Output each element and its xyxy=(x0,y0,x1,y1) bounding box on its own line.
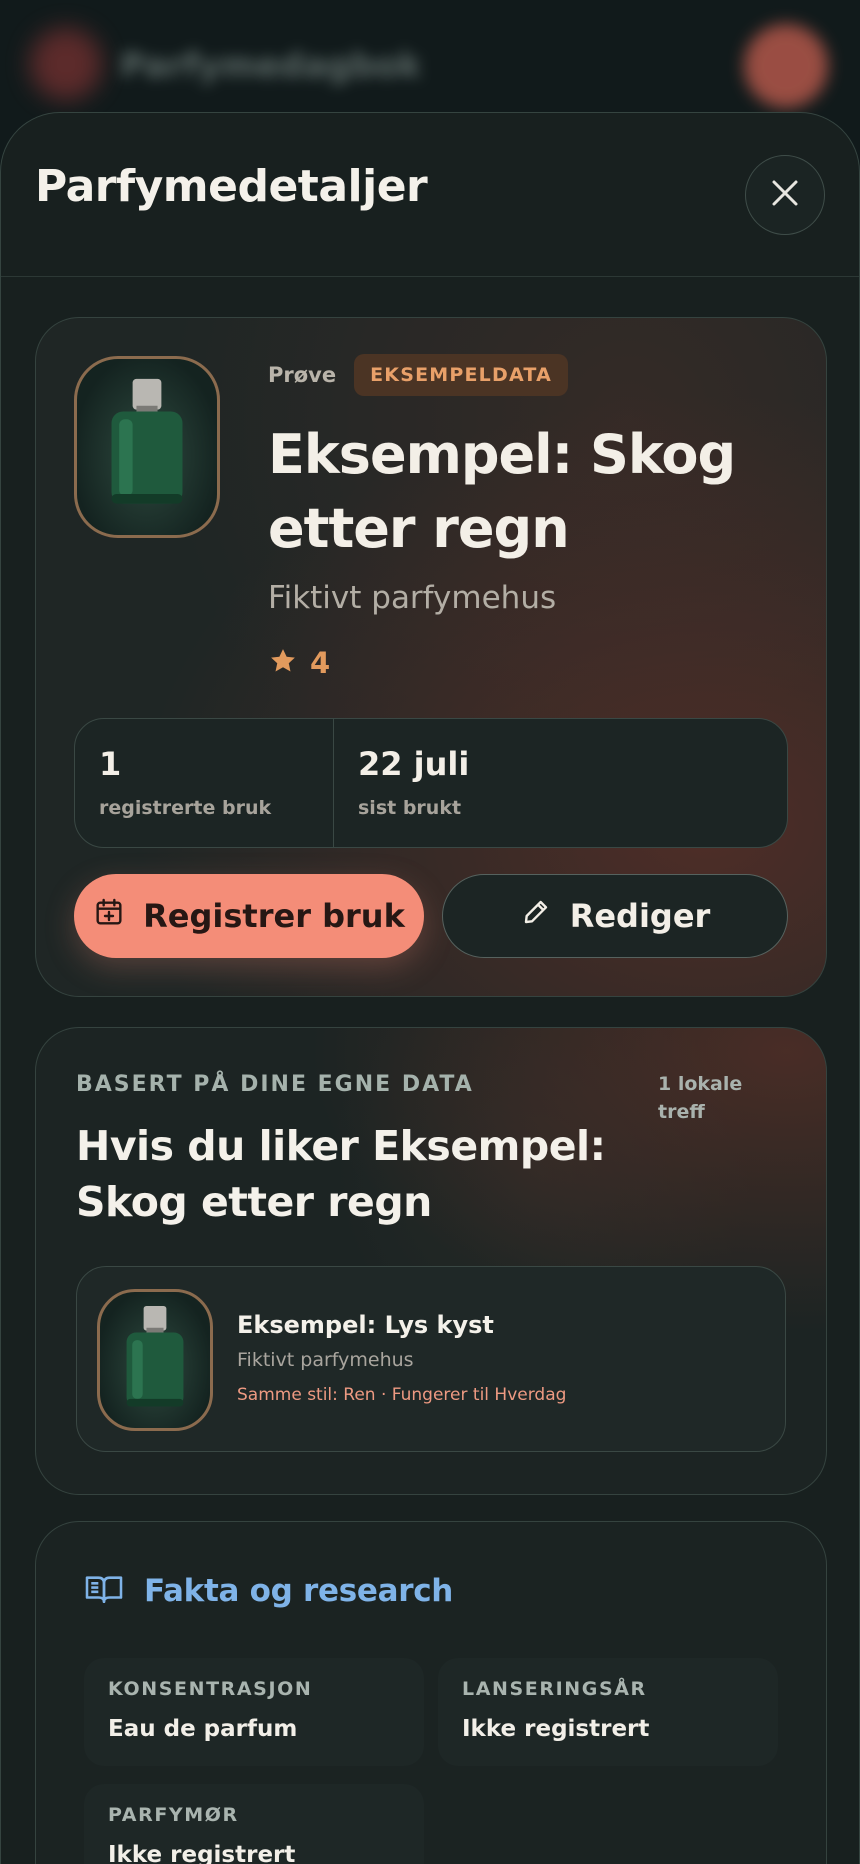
facts-title: Fakta og research xyxy=(144,1573,454,1609)
calendar-plus-icon xyxy=(93,896,125,936)
usage-stats: 1 registrerte bruk 22 juli sist brukt xyxy=(74,718,788,848)
fact-concentration: KONSENTRASJON Eau de parfum xyxy=(84,1658,424,1766)
recommendation-title: Hvis du liker Eksempel: Skog etter regn xyxy=(76,1122,606,1226)
perfume-type: Prøve xyxy=(268,363,337,387)
recommendation-item[interactable]: Eksempel: Lys kyst Fiktivt parfymehus Sa… xyxy=(76,1266,786,1452)
perfume-bottle-icon xyxy=(126,1305,184,1407)
recommendation-name: Eksempel: Lys kyst xyxy=(237,1311,494,1339)
recommendation-info: Eksempel: Lys kyst Fiktivt parfymehus Sa… xyxy=(237,1311,566,1405)
sheet-header: Parfymedetaljer xyxy=(1,113,859,277)
perfume-image xyxy=(74,356,220,538)
app-title: Parfymedagbok xyxy=(120,46,422,86)
fact-value: Ikke registrert xyxy=(462,1716,650,1742)
stat-last-used: 22 juli sist brukt xyxy=(333,719,493,847)
stat-label: sist brukt xyxy=(358,797,462,819)
fact-value: Eau de parfum xyxy=(108,1716,298,1742)
edit-button[interactable]: Rediger xyxy=(442,874,788,958)
app-logo xyxy=(30,28,102,100)
sheet-title: Parfymedetaljer xyxy=(35,161,428,212)
book-open-icon xyxy=(84,1572,124,1610)
fact-label: LANSERINGSÅR xyxy=(462,1678,647,1700)
sample-data-badge: EKSEMPELDATA xyxy=(354,354,568,396)
edit-label: Rediger xyxy=(569,897,711,935)
perfume-bottle-icon xyxy=(111,378,183,504)
recommendation-reason: Samme stil: Ren · Fungerer til Hverdag xyxy=(237,1385,567,1405)
pencil-icon xyxy=(520,896,552,936)
fact-label: KONSENTRASJON xyxy=(108,1678,313,1700)
rating: 4 xyxy=(268,646,808,680)
facts-card: Fakta og research KONSENTRASJON Eau de p… xyxy=(35,1521,827,1864)
perfume-hero-card: Prøve EKSEMPELDATA Eksempel: Skog etter … xyxy=(35,317,827,997)
recommendation-brand: Fiktivt parfymehus xyxy=(237,1349,414,1371)
recommendation-card: BASERT PÅ DINE EGNE DATA 1 lokale treff … xyxy=(35,1027,827,1495)
avatar[interactable] xyxy=(744,24,828,108)
register-usage-button[interactable]: Registrer bruk xyxy=(74,874,424,958)
fact-value: Ikke registrert xyxy=(108,1842,296,1864)
stat-label: registrerte bruk xyxy=(99,797,272,819)
close-icon xyxy=(770,178,800,212)
facts-header: Fakta og research xyxy=(84,1572,453,1610)
perfume-brand: Fiktivt parfymehus xyxy=(268,580,557,616)
app-header: Parfymedagbok xyxy=(0,0,860,120)
register-usage-label: Registrer bruk xyxy=(143,897,405,935)
perfume-name: Eksempel: Skog etter regn xyxy=(268,423,736,560)
perfume-details-sheet: Parfymedetaljer Prøve EKSEMPELDATA Eksem… xyxy=(0,112,860,1864)
stat-usage-count: 1 registrerte bruk xyxy=(75,719,333,847)
star-icon xyxy=(268,646,298,680)
stat-value: 1 xyxy=(99,745,122,783)
recommendation-eyebrow: BASERT PÅ DINE EGNE DATA xyxy=(76,1072,474,1097)
rating-value: 4 xyxy=(310,646,331,680)
stat-value: 22 juli xyxy=(358,745,470,783)
fact-perfumer: PARFYMØR Ikke registrert xyxy=(84,1784,424,1864)
fact-launch-year: LANSERINGSÅR Ikke registrert xyxy=(438,1658,778,1766)
close-button[interactable] xyxy=(745,155,825,235)
fact-label: PARFYMØR xyxy=(108,1804,239,1826)
recommendation-image xyxy=(97,1289,213,1431)
perfume-info: Prøve EKSEMPELDATA Eksempel: Skog etter … xyxy=(268,354,808,680)
